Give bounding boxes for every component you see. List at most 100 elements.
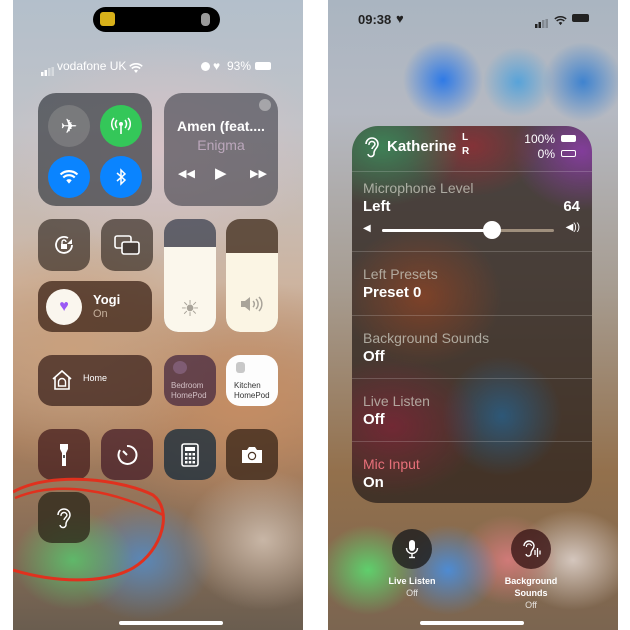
play-button[interactable]: ▶ (215, 164, 227, 182)
dynamic-island (93, 7, 220, 32)
homepod-mini-icon (173, 361, 187, 374)
status-bar: vodafone UK ♥ 93% (41, 59, 271, 76)
right-ear-label: R (462, 146, 470, 157)
device-name: Katherine (387, 138, 457, 155)
wifi-icon (129, 61, 143, 79)
orientation-lock-button[interactable] (38, 219, 90, 271)
calculator-icon (181, 442, 199, 467)
airplane-icon: ✈ (60, 115, 78, 138)
home-indicator[interactable] (420, 621, 524, 625)
now-playing-module: Amen (feat.... Enigma ◀◀ ▶ ▶▶ (164, 93, 278, 206)
screen-mirroring-icon (114, 235, 140, 255)
homepod-label-line1: Kitchen (234, 381, 261, 390)
track-title: Amen (feat.... (177, 118, 265, 134)
slider-thumb[interactable] (483, 221, 502, 239)
live-listen-row[interactable]: Live Listen Off (352, 378, 592, 442)
track-artist: Enigma (197, 137, 245, 153)
row-label: Mic Input (363, 456, 420, 472)
carrier-name: vodafone UK (57, 59, 127, 73)
home-indicator[interactable] (119, 621, 223, 625)
speaker-volume-icon (239, 295, 265, 318)
homepod-label-line2: HomePod (171, 391, 207, 400)
microphone-side: Left (363, 198, 391, 215)
live-listen-caption: Live Listen Off (372, 575, 452, 599)
microphone-icon (405, 540, 419, 559)
heart-icon: ♥ (59, 298, 69, 315)
live-listen-button[interactable] (392, 529, 432, 569)
row-value: Preset 0 (363, 284, 422, 301)
airplay-icon[interactable] (259, 99, 271, 111)
ear-sound-icon (523, 540, 541, 557)
volume-low-icon: ◀ (363, 223, 371, 234)
brightness-slider[interactable]: ☀ (164, 219, 216, 332)
row-value: On (363, 474, 384, 491)
row-label: Left Presets (363, 266, 438, 282)
row-label: Live Listen (363, 393, 430, 409)
battery-icon (255, 62, 271, 70)
row-label: Background Sounds (363, 330, 490, 346)
left-battery-percent: 100% (524, 132, 555, 146)
microphone-level-value: 64 (563, 198, 580, 215)
cellular-antenna-icon (111, 117, 131, 134)
home-icon (52, 369, 72, 390)
fast-forward-button[interactable]: ▶▶ (250, 167, 267, 180)
homepod-label-line1: Bedroom (171, 381, 204, 390)
signal-icon (41, 63, 55, 81)
focus-mode-button[interactable]: ♥ Yogi On (38, 281, 152, 332)
caption-state: Off (525, 600, 537, 610)
cellular-data-toggle[interactable] (100, 105, 142, 147)
bluetooth-toggle[interactable] (100, 156, 142, 198)
volume-slider[interactable] (226, 219, 278, 332)
rewind-button[interactable]: ◀◀ (178, 167, 195, 180)
home-button[interactable]: Home (38, 355, 152, 406)
homepod-label-line2: HomePod (234, 391, 270, 400)
wifi-icon (554, 13, 567, 31)
camera-icon (242, 446, 262, 463)
volume-high-icon: ◀)) (565, 222, 580, 233)
connectivity-module: ✈ (38, 93, 152, 206)
microphone-level-section: Microphone Level Left 64 ◀ ◀)) (352, 171, 592, 252)
signal-icon (535, 15, 549, 33)
airplane-mode-toggle[interactable]: ✈ (48, 105, 90, 147)
right-battery-percent: 0% (537, 147, 555, 161)
microphone-level-slider[interactable] (382, 221, 554, 239)
battery-icon (572, 14, 589, 22)
right-battery-icon (561, 150, 576, 157)
alarm-icon (201, 62, 210, 71)
battery-percent: 93% (227, 59, 252, 73)
left-ear-label: L (462, 132, 469, 143)
background-sounds-button[interactable] (511, 529, 551, 569)
bluetooth-icon (116, 168, 127, 186)
red-annotation-circle (13, 477, 165, 582)
microphone-level-label: Microphone Level (363, 180, 474, 196)
wifi-icon (59, 169, 79, 184)
bedroom-homepod-label: Bedroom HomePod (171, 381, 207, 401)
focus-name: Yogi (93, 292, 121, 307)
caption-title: Live Listen (388, 576, 436, 586)
heart-icon: ♥ (396, 11, 404, 26)
bedroom-homepod-button[interactable]: Bedroom HomePod (164, 355, 216, 406)
screen-mirroring-button[interactable] (101, 219, 153, 271)
focus-status: On (93, 308, 108, 320)
rotation-lock-icon (55, 236, 73, 254)
live-activity-app-icon (100, 12, 115, 26)
right-phone-screen: 09:38 ♥ Katherine L R 100% 0% Microphone… (328, 0, 618, 630)
brightness-icon: ☀ (180, 296, 200, 321)
row-value: Off (363, 411, 385, 428)
caption-title-line1: Background (504, 576, 558, 586)
camera-button[interactable] (226, 429, 278, 480)
kitchen-homepod-button[interactable]: Kitchen HomePod (226, 355, 278, 406)
left-phone-screen: vodafone UK ♥ 93% ✈ Amen (feat.... Enigm… (13, 0, 303, 630)
volume-fill (226, 252, 278, 332)
caption-state: Off (406, 588, 418, 598)
mic-input-row[interactable]: Mic Input On (352, 441, 592, 503)
left-presets-row[interactable]: Left Presets Preset 0 (352, 251, 592, 315)
home-label: Home (83, 373, 108, 383)
left-battery-icon (561, 135, 576, 142)
heart-icon: ♥ (213, 59, 221, 73)
row-value: Off (363, 348, 385, 365)
focus-icon-circle: ♥ (46, 289, 82, 325)
background-sounds-caption: Background Sounds Off (491, 575, 571, 611)
wifi-toggle[interactable] (48, 156, 90, 198)
background-sounds-row[interactable]: Background Sounds Off (352, 315, 592, 379)
